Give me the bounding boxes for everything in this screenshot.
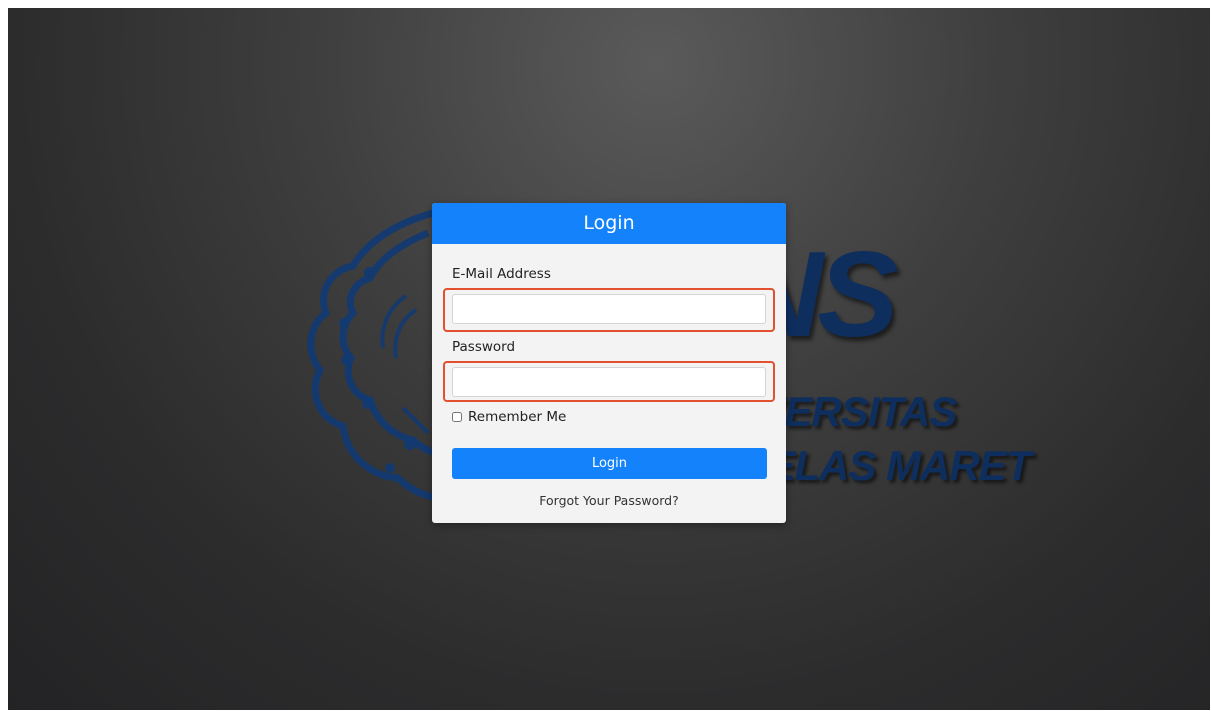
login-card: Login E-Mail Address Password Remember M… [432,203,786,523]
login-button[interactable]: Login [452,448,767,479]
password-field[interactable] [452,367,766,397]
forgot-password-link[interactable]: Forgot Your Password? [432,493,786,508]
remember-me-label: Remember Me [468,409,567,425]
email-label: E-Mail Address [452,266,551,282]
email-field[interactable] [452,294,766,324]
page-background: UNS UNIVERSITAS SEBELAS MARET Login E-Ma… [8,8,1210,710]
remember-me-row[interactable]: Remember Me [452,409,566,425]
remember-me-checkbox[interactable] [452,412,462,422]
card-header-title: Login [432,203,786,244]
password-label: Password [452,339,516,355]
